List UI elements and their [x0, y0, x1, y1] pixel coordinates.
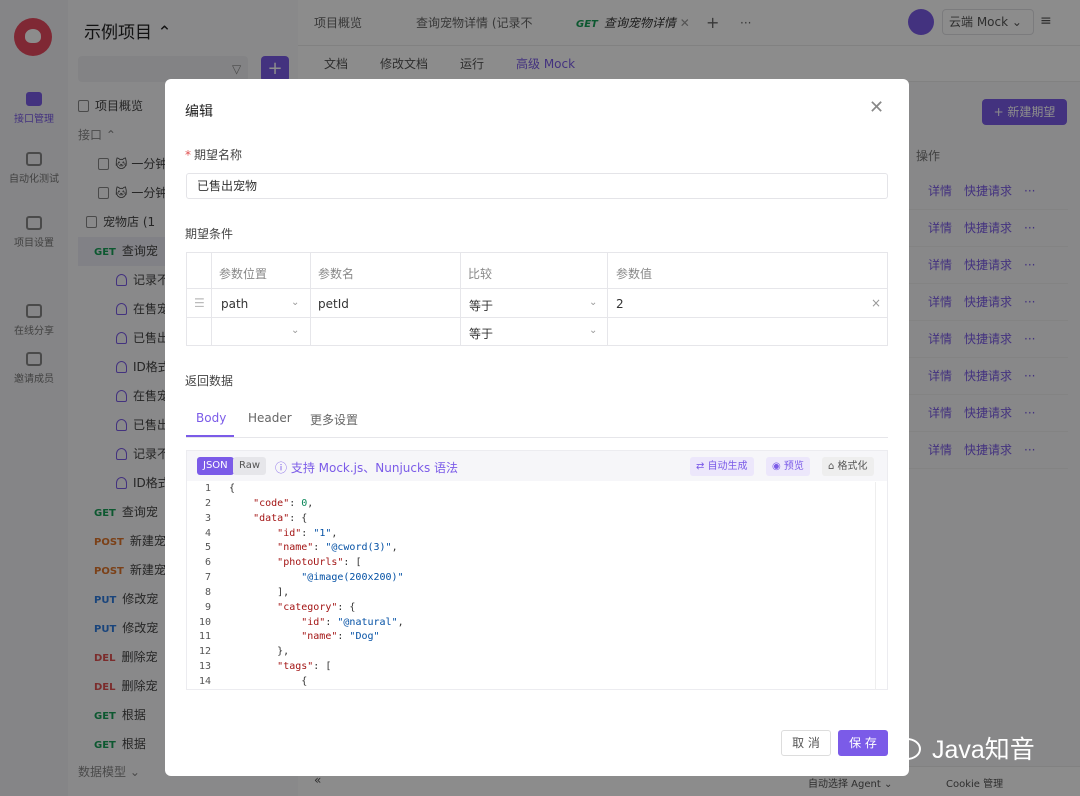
editor-body[interactable]: 1 2 3 4 5 6 7 8 9 10 11 12 13 14 { "code": 0, "data":… — [187, 482, 887, 690]
line-number: 2 — [204, 497, 211, 509]
format-button[interactable]: ⌂ 格式化 — [822, 457, 874, 476]
expectation-name-input[interactable]: 已售出宠物 — [186, 173, 888, 199]
preview-button[interactable]: ◉ 预览 — [766, 457, 810, 476]
line-number: 6 — [204, 557, 211, 569]
code-area[interactable]: { "code": 0, "data": { "id": "1", "name"… — [229, 482, 869, 690]
condition-row: ☰ path ⌄ petId 等于 ⌄ 2 × — [187, 289, 887, 318]
tab-header[interactable]: Header — [248, 411, 292, 425]
divider — [460, 253, 461, 345]
code-line: "category": { — [277, 601, 356, 613]
line-number: 11 — [198, 631, 211, 643]
header-position: 参数位置 — [219, 267, 268, 281]
return-data-label: 返回数据 — [185, 374, 234, 388]
editor-scrollbar[interactable] — [875, 482, 887, 690]
header-value: 参数值 — [616, 267, 653, 281]
code-line: "name": "@cword(3)", — [277, 542, 398, 554]
code-line: "data": { — [253, 512, 308, 524]
line-number: 1 — [204, 483, 211, 494]
condition-compare-select[interactable]: 等于 — [469, 325, 493, 342]
code-line: "name": "Dog" — [301, 631, 380, 643]
edit-expectation-modal: 编辑 ✕ * 期望名称 已售出宠物 期望条件 参数位置 参数名 比较 参数值 ☰ … — [165, 79, 909, 776]
header-compare: 比较 — [468, 267, 493, 281]
code-line: "id": "@natural", — [301, 616, 404, 628]
line-number: 3 — [204, 512, 211, 524]
delete-row-icon[interactable]: × — [871, 296, 881, 310]
line-number: 5 — [204, 542, 211, 554]
code-line: "id": "1", — [277, 527, 338, 539]
close-icon[interactable]: ✕ — [869, 99, 884, 117]
mock-syntax-tip[interactable]: ⓘ 支持 Mock.js、Nunjucks 语法 — [275, 459, 458, 476]
line-number: 4 — [204, 527, 211, 539]
code-line: { — [229, 675, 308, 687]
line-number: 9 — [204, 601, 211, 613]
watermark: Java知音 — [932, 736, 1035, 764]
line-numbers: 1 2 3 4 5 6 7 8 9 10 11 12 13 14 — [187, 482, 227, 690]
divider — [211, 253, 212, 345]
code-line: ], — [229, 586, 290, 598]
drag-handle-icon[interactable]: ☰ — [194, 296, 205, 310]
line-number: 7 — [204, 572, 211, 584]
code-line: { — [229, 483, 236, 494]
tab-body[interactable]: Body — [196, 411, 226, 425]
editor-toolbar: JSON Raw ⓘ 支持 Mock.js、Nunjucks 语法 ⇄ 自动生成… — [187, 451, 887, 481]
conditions-table: 参数位置 参数名 比较 参数值 ☰ path ⌄ petId 等于 ⌄ 2 × … — [186, 252, 888, 346]
save-button[interactable]: 保 存 — [838, 730, 888, 756]
code-line: "photoUrls": [ — [277, 557, 362, 569]
divider — [607, 253, 608, 345]
chevron-down-icon: ⌄ — [589, 325, 598, 336]
condition-compare-select[interactable]: 等于 — [469, 297, 493, 314]
chevron-down-icon: ⌄ — [291, 297, 300, 308]
line-number: 13 — [198, 661, 211, 673]
wechat-icon — [893, 738, 921, 760]
code-line: "code": 0, — [253, 497, 314, 509]
header-name: 参数名 — [318, 267, 355, 281]
name-label-text: 期望名称 — [194, 148, 243, 162]
body-tabs: Body Header 更多设置 — [186, 397, 888, 438]
condition-row-empty: ⌄ 等于 ⌄ — [187, 318, 887, 346]
cancel-button[interactable]: 取 消 — [781, 730, 831, 756]
condition-position-select[interactable]: path — [221, 297, 248, 311]
conditions-header-row: 参数位置 参数名 比较 参数值 — [187, 253, 887, 289]
line-number: 10 — [198, 616, 211, 628]
chevron-down-icon: ⌄ — [589, 297, 598, 308]
divider — [310, 253, 311, 345]
active-tab-indicator — [186, 435, 234, 437]
line-number: 14 — [198, 675, 211, 687]
tab-more-settings[interactable]: 更多设置 — [310, 411, 358, 428]
code-line: }, — [229, 646, 290, 658]
code-line: "@image(200x200)" — [301, 572, 404, 584]
json-editor[interactable]: JSON Raw ⓘ 支持 Mock.js、Nunjucks 语法 ⇄ 自动生成… — [186, 450, 888, 690]
raw-mode-button[interactable]: Raw — [233, 457, 267, 475]
code-line: "tags": [ — [277, 661, 332, 673]
json-mode-button[interactable]: JSON — [197, 457, 234, 475]
modal-title: 编辑 — [185, 104, 213, 120]
condition-name-input[interactable]: petId — [318, 297, 349, 311]
chevron-down-icon[interactable]: ⌄ — [291, 325, 299, 336]
condition-value-input[interactable]: 2 — [616, 297, 624, 311]
line-number: 8 — [204, 586, 211, 598]
line-number: 12 — [198, 646, 211, 658]
auto-generate-button[interactable]: ⇄ 自动生成 — [690, 457, 754, 476]
conditions-label: 期望条件 — [185, 227, 234, 241]
name-label: * 期望名称 — [185, 148, 243, 162]
